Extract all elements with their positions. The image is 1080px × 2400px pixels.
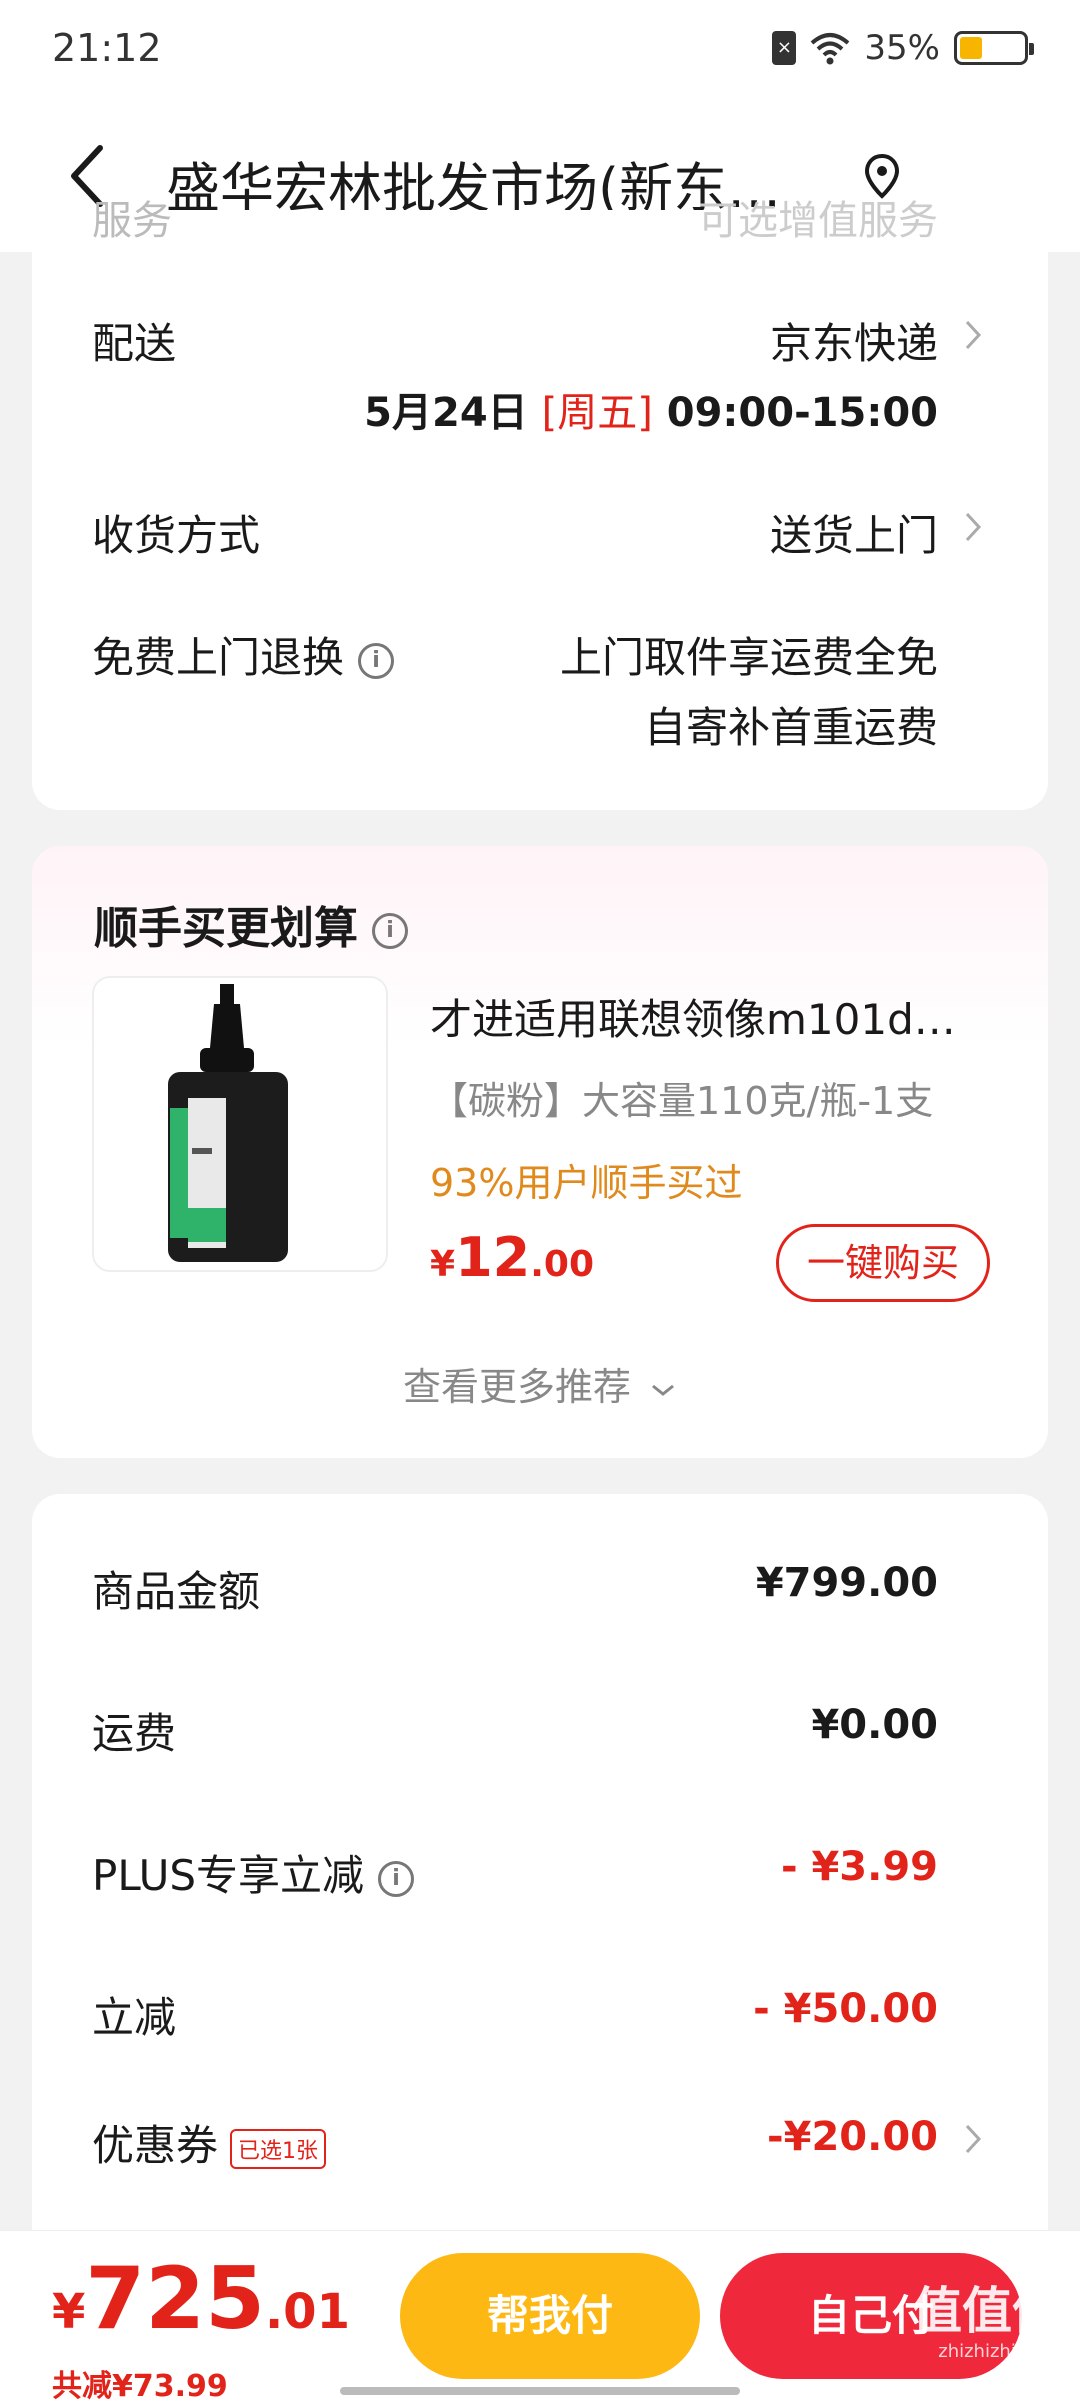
chevron-right-icon xyxy=(965,2124,982,2154)
recommendation-title-text: 顺手买更划算 xyxy=(94,903,358,954)
total-currency: ¥ xyxy=(52,2284,86,2340)
delivery-time: 5月24日 [周五] 09:00-15:00 xyxy=(364,380,938,438)
status-icons: × 35% xyxy=(772,28,1034,68)
summary-label: PLUS专享立减 xyxy=(92,1851,365,1900)
delivery-card: 服务 可选增值服务 配送 京东快递 5月24日 [周五] 09:00-15:00… xyxy=(32,198,1048,810)
total-saved[interactable]: 共减¥73.99 xyxy=(52,2361,228,2400)
coupon-selected-badge: 已选1张 xyxy=(230,2128,327,2169)
summary-value: ¥0.00 xyxy=(811,1702,938,1748)
recommendation-card: 顺手买更划算 i 才进适用联想领像m101d… 【碳粉】大容量110克/瓶-1支 … xyxy=(32,846,1048,1458)
total-price: ¥725.01 xyxy=(52,2249,350,2349)
service-value-clipped: 可选增值服务 xyxy=(698,198,938,244)
summary-value: -¥20.00 xyxy=(767,2114,938,2160)
one-click-buy-button[interactable]: 一键购买 xyxy=(776,1224,990,1302)
summary-label: 优惠券 xyxy=(92,2121,219,2170)
no-sim-icon: × xyxy=(772,31,797,65)
summary-label-wrap: 优惠券 已选1张 xyxy=(92,2112,327,2173)
delivery-window: 09:00-15:00 xyxy=(666,390,938,436)
price-summary-card: 商品金额 ¥799.00 运费 ¥0.00 PLUS专享立减 i - ¥3.99 … xyxy=(32,1494,1048,2254)
receive-method-row[interactable]: 收货方式 送货上门 xyxy=(92,502,988,562)
summary-label: 运费 xyxy=(92,1709,177,1758)
summary-value: - ¥3.99 xyxy=(780,1844,938,1890)
total-integer: 725 xyxy=(85,2249,265,2349)
product-name[interactable]: 才进适用联想领像m101d… xyxy=(430,986,990,1047)
product-buyers: 93%用户顺手买过 xyxy=(430,1161,743,1205)
watermark-logo: 值值值 xyxy=(912,2282,1062,2340)
delivery-weekday: [周五] xyxy=(541,390,653,436)
free-return-line1: 上门取件享运费全免 xyxy=(559,633,938,682)
summary-label: 立减 xyxy=(92,1993,177,2042)
delivery-date: 5月24日 xyxy=(364,390,528,436)
info-icon[interactable]: i xyxy=(372,913,408,949)
chevron-right-icon xyxy=(965,512,982,542)
summary-row-shipping: 运费 ¥0.00 xyxy=(92,1700,988,1760)
chevron-down-icon xyxy=(652,1384,674,1396)
info-icon[interactable]: i xyxy=(378,1860,415,1897)
price-integer: 12 xyxy=(455,1226,531,1289)
status-bar: 21:12 × 35% xyxy=(0,0,1080,100)
watermark-url: zhizhizhi.com xyxy=(938,2341,1060,2362)
product-spec: 【碳粉】大容量110克/瓶-1支 xyxy=(430,1079,934,1123)
summary-row-plus: PLUS专享立减 i - ¥3.99 xyxy=(92,1842,988,1902)
checkout-bar: ¥725.01 共减¥73.99 帮我付 自己付 值值值 zhizhizhi.c… xyxy=(0,2230,1080,2400)
toner-bottle-image xyxy=(168,984,288,1262)
summary-row-coupon[interactable]: 优惠券 已选1张 -¥20.00 xyxy=(92,2112,988,2172)
summary-row-discount: 立减 - ¥50.00 xyxy=(92,1984,988,2044)
help-me-pay-button[interactable]: 帮我付 xyxy=(400,2253,700,2379)
battery-icon xyxy=(954,31,1034,65)
receive-method-value: 送货上门 xyxy=(769,511,938,560)
delivery-label: 配送 xyxy=(92,319,177,368)
free-return-line2: 自寄补首重运费 xyxy=(643,703,938,752)
service-label-clipped: 服务 xyxy=(92,198,172,244)
total-decimal: .01 xyxy=(264,2284,350,2340)
price-decimal: .00 xyxy=(530,1244,594,1285)
more-recommendations-label: 查看更多推荐 xyxy=(402,1365,631,1409)
price-currency: ¥ xyxy=(430,1244,456,1285)
free-return-label: 免费上门退换 i xyxy=(92,624,395,685)
recommendation-title: 顺手买更划算 i xyxy=(94,892,408,956)
home-indicator[interactable] xyxy=(340,2387,740,2395)
free-return-label-text: 免费上门退换 xyxy=(92,633,345,682)
product-price: ¥12.00 xyxy=(430,1226,594,1289)
free-return-row: 免费上门退换 i 上门取件享运费全免 自寄补首重运费 xyxy=(92,624,988,754)
battery-percent: 35% xyxy=(864,28,940,68)
summary-label: 商品金额 xyxy=(92,1567,261,1616)
summary-value: - ¥50.00 xyxy=(753,1986,938,2032)
delivery-row[interactable]: 配送 京东快递 xyxy=(92,310,988,370)
delivery-carrier: 京东快递 xyxy=(769,319,938,368)
receive-method-label: 收货方式 xyxy=(92,511,261,560)
chevron-right-icon xyxy=(965,320,982,350)
info-icon[interactable]: i xyxy=(358,642,395,679)
summary-row-goods: 商品金额 ¥799.00 xyxy=(92,1558,988,1618)
status-time: 21:12 xyxy=(52,26,162,70)
wifi-icon xyxy=(811,33,850,65)
summary-label-wrap: PLUS专享立减 i xyxy=(92,1842,415,1903)
more-recommendations[interactable]: 查看更多推荐 xyxy=(32,1356,1048,1411)
summary-value: ¥799.00 xyxy=(755,1560,938,1606)
product-image[interactable] xyxy=(92,976,388,1272)
